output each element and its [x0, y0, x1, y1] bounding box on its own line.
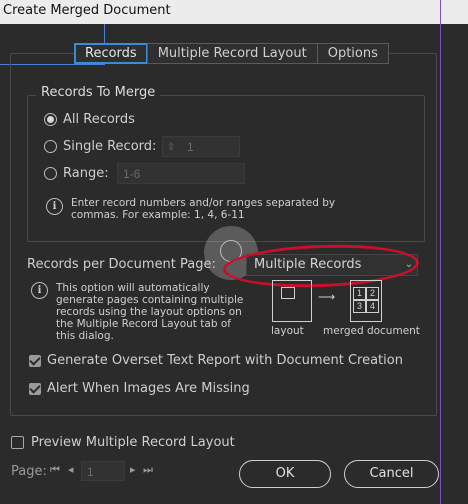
merged-cell: 1 [353, 287, 366, 300]
per-page-info-line-5: this dialog. [56, 330, 114, 342]
single-record-value: 1 [187, 140, 194, 154]
per-page-info-line-3: records using the layout options on [56, 306, 242, 318]
preview-layout-label: Preview Multiple Record Layout [31, 435, 235, 450]
merged-cell: 2 [366, 287, 379, 300]
info-icon-per-page: i [31, 282, 48, 299]
window-title: Create Merged Document [3, 3, 171, 18]
range-input[interactable]: 1-6 [117, 163, 245, 184]
alert-images-checkbox[interactable] [29, 383, 41, 395]
stepper-arrows-icon[interactable]: ⇕ [167, 137, 175, 158]
range-label: Range: [63, 166, 109, 181]
range-info-text: Enter record numbers and/or ranges separ… [71, 197, 335, 221]
preview-layout-checkbox[interactable] [11, 436, 24, 449]
guide-line-vertical [440, 0, 441, 504]
records-per-page-label: Records per Document Page: [27, 257, 216, 272]
last-page-icon[interactable]: ⏭ [143, 463, 153, 477]
layout-record-box [281, 287, 295, 299]
single-record-stepper[interactable]: ⇕ 1 [162, 136, 240, 157]
ok-button[interactable]: OK [239, 460, 331, 488]
layout-caption: layout [271, 325, 304, 337]
overset-report-checkbox[interactable] [29, 355, 41, 367]
alert-images-label: Alert When Images Are Missing [47, 381, 250, 396]
range-radio[interactable] [44, 167, 57, 180]
all-records-label: All Records [63, 112, 135, 127]
first-page-icon[interactable]: ⏮ [50, 463, 60, 477]
previous-page-icon[interactable]: ◂ [68, 463, 74, 476]
records-to-merge-title: Records To Merge [36, 85, 161, 100]
per-page-info-line-4: the Multiple Record Layout tab of [56, 318, 231, 330]
merged-document-caption: merged document [323, 325, 420, 337]
next-page-icon[interactable]: ▸ [130, 463, 136, 476]
title-bar: Create Merged Document [0, 0, 468, 24]
overset-report-label: Generate Overset Text Report with Docume… [47, 353, 403, 368]
tab-bar: Records Multiple Record Layout Options [74, 43, 389, 64]
single-record-label: Single Record: [63, 139, 157, 154]
arrow-right-icon: ⟶ [318, 290, 336, 304]
page-number-input[interactable]: 1 [81, 461, 125, 481]
per-page-info-text: This option will automatically generate … [56, 282, 243, 342]
tab-options[interactable]: Options [316, 43, 389, 64]
per-page-info-line-2: generate pages containing multiple [56, 294, 244, 306]
page-label: Page: [11, 464, 47, 479]
per-page-info-line-1: This option will automatically [56, 282, 210, 294]
layout-diagram [272, 280, 312, 322]
merged-diagram: 1 2 3 4 [350, 280, 382, 322]
merged-cell: 3 [353, 300, 366, 313]
merged-cell: 4 [366, 300, 379, 313]
cancel-button[interactable]: Cancel [344, 460, 439, 488]
info-icon: i [46, 198, 63, 215]
tab-multiple-record-layout[interactable]: Multiple Record Layout [146, 43, 318, 64]
single-record-radio[interactable] [44, 140, 57, 153]
range-info-line-2: commas. For example: 1, 4, 6-11 [71, 209, 245, 221]
range-info-line-1: Enter record numbers and/or ranges separ… [71, 197, 336, 209]
all-records-radio[interactable] [44, 113, 57, 126]
tab-records[interactable]: Records [74, 43, 148, 64]
